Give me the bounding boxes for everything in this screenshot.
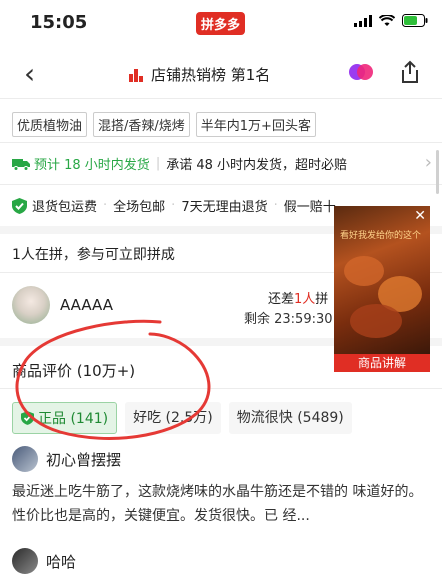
back-button[interactable]: ‹: [24, 60, 35, 88]
product-tag[interactable]: 半年内1万+回头客: [195, 112, 316, 137]
need-count-text: 还差1人拼: [268, 288, 328, 307]
product-explain-button[interactable]: 商品讲解: [334, 354, 430, 372]
group-user-name: AAAAA: [60, 296, 113, 314]
nav-actions: [348, 60, 420, 84]
review-user-name: 哈哈: [46, 552, 77, 571]
review-chip-authentic[interactable]: 正品 (141): [12, 402, 118, 434]
battery-icon: [402, 14, 428, 27]
video-frame: [350, 304, 402, 338]
signal-icon: [354, 14, 372, 27]
review-chip-label: 正品 (141): [38, 411, 109, 427]
shipping-estimate: 预计 18 小时内发货: [34, 158, 150, 173]
chevron-right-icon: ›: [424, 152, 432, 173]
shield-check-icon: [12, 197, 27, 214]
nav-title[interactable]: 店铺热销榜 第1名: [128, 64, 270, 85]
nav-title-text: 店铺热销榜 第1名: [151, 66, 271, 84]
close-icon[interactable]: ✕: [414, 208, 426, 224]
product-tag[interactable]: 优质植物油: [12, 112, 88, 137]
review-chip-fast-logistics[interactable]: 物流很快 (5489): [228, 402, 352, 434]
review-user: 初心曾摆摆: [12, 446, 121, 472]
shield-check-icon: [21, 411, 34, 425]
status-bar: 15:05 拼多多: [0, 0, 442, 44]
product-tag[interactable]: 混搭/香辣/烧烤: [93, 112, 190, 137]
review-text[interactable]: 最近迷上吃牛筋了，这款烧烤味的水晶牛筋还是不错的 味道好的。性价比也是高的，关键…: [12, 480, 428, 528]
video-frame: [344, 256, 384, 286]
product-video-widget[interactable]: ✕ 看好我发给你的这个 商品讲解: [334, 206, 430, 372]
review-chip-tasty[interactable]: 好吃 (2.5万): [125, 402, 221, 434]
separator: ·: [103, 198, 108, 213]
separator: ·: [273, 198, 278, 213]
shipping-row[interactable]: 预计 18 小时内发货 | 承诺 48 小时内发货，超时必赔: [12, 154, 347, 173]
need-prefix: 还差: [268, 292, 295, 307]
avatar: [12, 286, 50, 324]
system-icons: [354, 14, 428, 27]
video-caption: 看好我发给你的这个: [340, 231, 422, 241]
reviews-title[interactable]: 商品评价 (10万+): [12, 360, 135, 381]
countdown: 剩余 23:59:30: [244, 312, 333, 327]
group-buy-title: 1人在拼，参与可立即拼成: [12, 247, 175, 263]
wifi-icon: [379, 14, 395, 26]
separator: |: [155, 156, 161, 171]
shipping-promise: 承诺 48 小时内发货，超时必赔: [166, 158, 348, 173]
nav-bar: ‹ 店铺热销榜 第1名: [0, 50, 442, 98]
status-time: 15:05: [30, 12, 88, 33]
avatar: [12, 446, 38, 472]
avatar: [12, 548, 38, 574]
nav-divider: [0, 98, 442, 99]
favorite-icon[interactable]: [348, 62, 374, 82]
guarantee-item: 退货包运费: [32, 200, 98, 215]
reviews-divider: [0, 388, 442, 389]
guarantee-item: 假一赔十: [283, 200, 336, 215]
tags-divider: [0, 142, 442, 143]
review-user: 哈哈: [12, 548, 76, 574]
guarantee-item: 全场包邮: [113, 200, 166, 215]
product-tags: 优质植物油 混搭/香辣/烧烤 半年内1万+回头客: [12, 112, 316, 137]
share-icon[interactable]: [400, 60, 420, 84]
guarantee-row[interactable]: 退货包运费 · 全场包邮 · 7天无理由退货 · 假一赔十: [12, 196, 336, 215]
need-suffix: 拼: [315, 292, 329, 307]
shipping-divider: [0, 184, 442, 185]
app-badge: 拼多多: [196, 12, 246, 35]
review-filter-chips: 正品 (141) 好吃 (2.5万) 物流很快 (5489): [12, 402, 352, 434]
truck-icon: [12, 158, 30, 171]
separator: ·: [171, 198, 176, 213]
guarantee-item: 7天无理由退货: [181, 200, 268, 215]
need-count: 1人: [294, 292, 316, 307]
scrollbar[interactable]: [436, 150, 439, 194]
review-user-name: 初心曾摆摆: [46, 450, 122, 469]
ranking-icon: [129, 68, 143, 82]
